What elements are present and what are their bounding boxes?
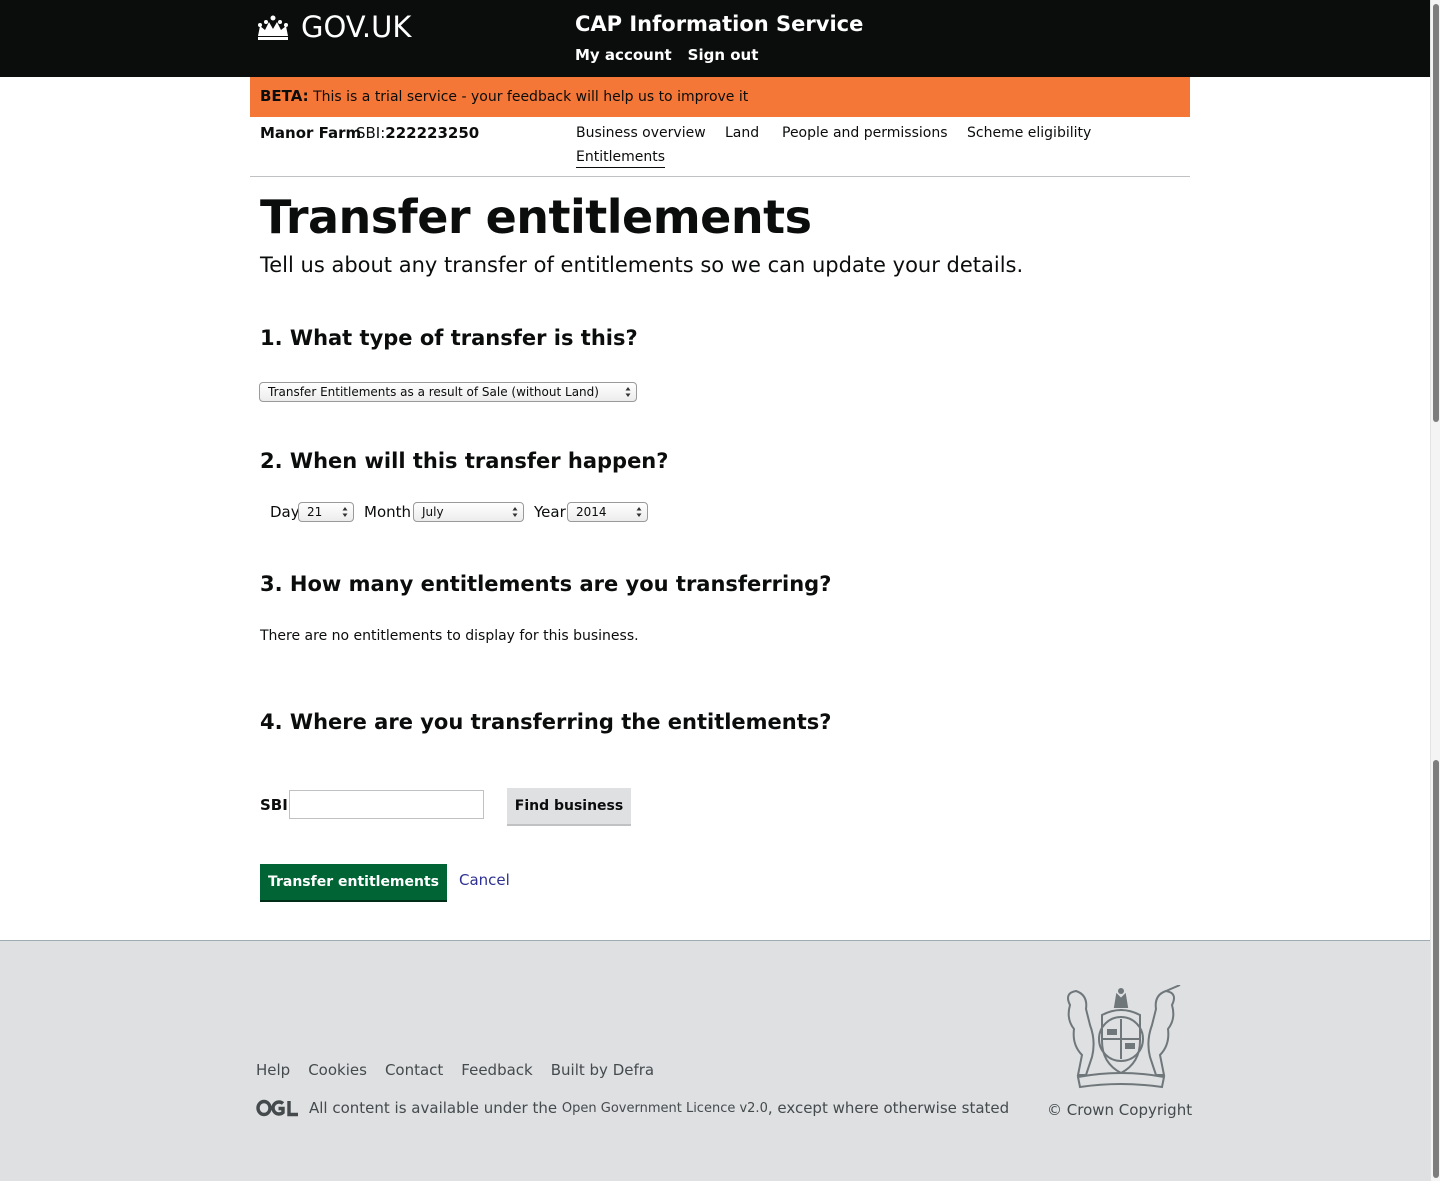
licence-text-after: , except where otherwise stated xyxy=(767,1099,1010,1117)
my-account-link[interactable]: My account xyxy=(575,46,672,64)
transfer-entitlements-button[interactable]: Transfer entitlements xyxy=(260,864,447,900)
no-entitlements-message: There are no entitlements to display for… xyxy=(260,628,639,644)
service-name: CAP Information Service xyxy=(575,12,864,36)
beta-text-after: will help us to improve it xyxy=(575,89,749,105)
business-name: Manor Farm xyxy=(260,124,362,142)
month-select[interactable]: July xyxy=(413,502,524,522)
scrollbar-thumb-lower[interactable] xyxy=(1433,760,1439,1178)
sbi-value: 222223250 xyxy=(385,124,480,142)
day-value: 21 xyxy=(307,505,323,519)
beta-text-before: This is a trial service - your xyxy=(313,89,503,105)
footer-help-link[interactable]: Help xyxy=(256,1061,290,1079)
select-arrows-icon xyxy=(342,507,348,517)
subnav-land[interactable]: Land xyxy=(725,124,759,142)
defra-link[interactable]: Defra xyxy=(613,1061,654,1079)
subnav-scheme-eligibility[interactable]: Scheme eligibility xyxy=(967,124,1091,142)
select-arrows-icon xyxy=(636,507,642,517)
subnav-business-overview[interactable]: Business overview xyxy=(576,124,706,142)
q3-heading: 3. How many entitlements are you transfe… xyxy=(260,572,832,596)
sbi-field-label: SBI xyxy=(260,796,288,814)
crown-copyright: © Crown Copyright xyxy=(1047,1101,1193,1119)
footer-links: Help Cookies Contact Feedback Built by D… xyxy=(256,1061,654,1079)
footer-contact-link[interactable]: Contact xyxy=(385,1061,443,1079)
govuk-logo-link[interactable]: GOV.UK xyxy=(255,10,411,44)
sbi-label: SBI: xyxy=(356,124,386,142)
sign-out-link[interactable]: Sign out xyxy=(688,46,759,64)
day-label: Day xyxy=(270,503,300,521)
q4-heading: 4. Where are you transferring the entitl… xyxy=(260,710,832,734)
day-select[interactable]: 21 xyxy=(298,502,354,522)
subnav-entitlements[interactable]: Entitlements xyxy=(576,148,665,168)
footer-feedback-link[interactable]: Feedback xyxy=(461,1061,532,1079)
licence-text-before: All content is available under the xyxy=(309,1099,558,1117)
ogl-logo-icon xyxy=(256,1099,298,1117)
page-scrollbar[interactable] xyxy=(1430,0,1440,1181)
built-by-text: Built by xyxy=(550,1061,608,1079)
sbi-input[interactable] xyxy=(289,790,484,819)
global-footer: Help Cookies Contact Feedback Built by D… xyxy=(0,940,1440,1181)
built-by: Built by Defra xyxy=(551,1061,654,1079)
year-value: 2014 xyxy=(576,505,607,519)
feedback-link[interactable]: feedback xyxy=(507,89,571,105)
footer-cookies-link[interactable]: Cookies xyxy=(308,1061,367,1079)
business-sbi: SBI:222223250 xyxy=(356,124,479,142)
transfer-type-value: Transfer Entitlements as a result of Sal… xyxy=(268,385,599,399)
page-lede: Tell us about any transfer of entitlemen… xyxy=(260,253,1024,277)
q2-heading: 2. When will this transfer happen? xyxy=(260,449,669,473)
transfer-type-select[interactable]: Transfer Entitlements as a result of Sal… xyxy=(259,382,637,402)
select-arrows-icon xyxy=(512,507,518,517)
month-value: July xyxy=(422,505,444,519)
find-business-button[interactable]: Find business xyxy=(507,788,631,824)
cancel-link[interactable]: Cancel xyxy=(459,871,510,889)
year-select[interactable]: 2014 xyxy=(567,502,648,522)
crown-icon xyxy=(258,15,288,40)
page-title: Transfer entitlements xyxy=(260,190,812,244)
year-label: Year xyxy=(534,503,566,521)
licence-line: All content is available under the Open … xyxy=(256,1099,1009,1117)
select-arrows-icon xyxy=(625,387,631,397)
royal-coat-of-arms-icon xyxy=(1067,985,1181,1089)
business-bar: Manor Farm SBI:222223250 Business overvi… xyxy=(250,117,1190,177)
ogl-licence-link[interactable]: Open Government Licence v2.0 xyxy=(562,1101,768,1116)
month-label: Month xyxy=(364,503,412,521)
q1-heading: 1. What type of transfer is this? xyxy=(260,326,638,350)
beta-banner: BETA: This is a trial service - your fee… xyxy=(250,77,1190,117)
govuk-logo-text: GOV.UK xyxy=(301,10,412,44)
beta-tag: BETA: xyxy=(260,87,309,105)
scrollbar-thumb-upper[interactable] xyxy=(1433,4,1439,422)
header-account-links: My account Sign out xyxy=(575,46,758,64)
global-header: GOV.UK CAP Information Service My accoun… xyxy=(0,0,1440,77)
subnav-people-and-permissions[interactable]: People and permissions xyxy=(782,124,948,142)
